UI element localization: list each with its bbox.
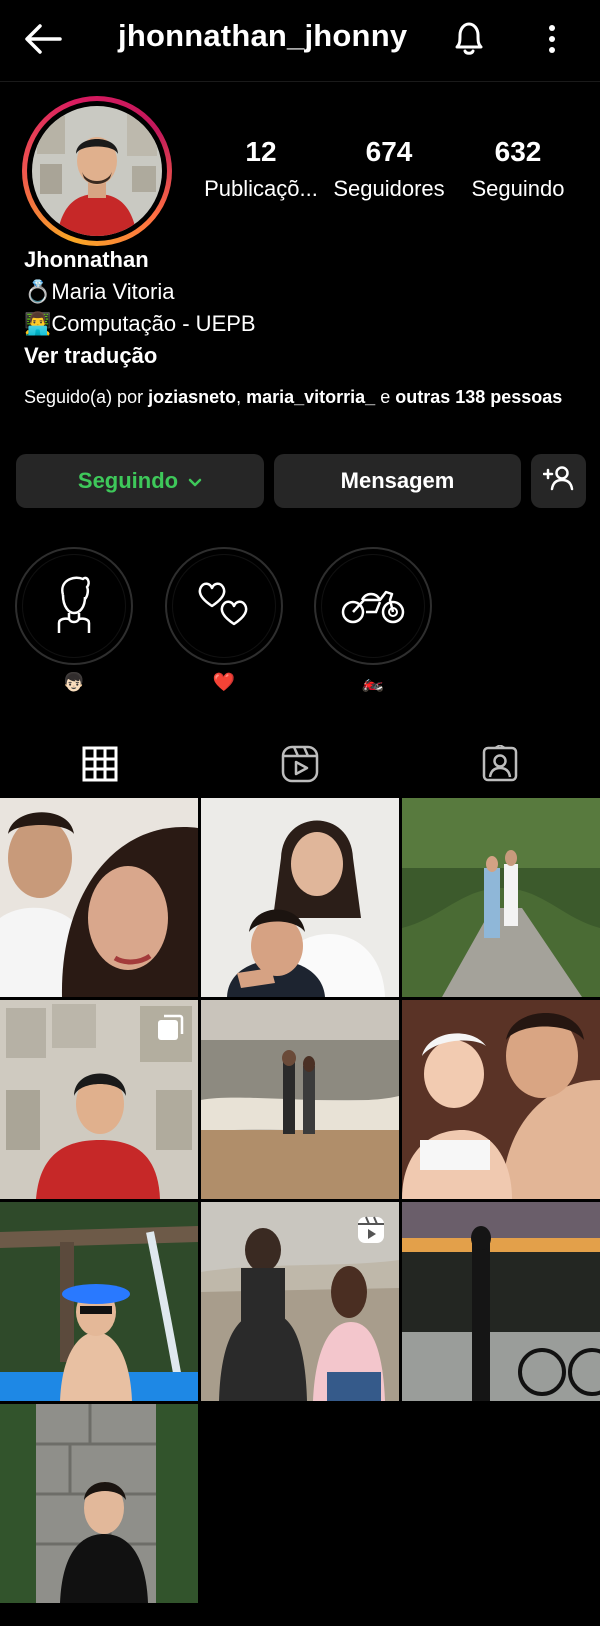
post-tile-1[interactable] (0, 798, 198, 997)
profile-bio: Jhonnathan 💍Maria Vitoria 👨‍💻Computação … (24, 244, 584, 372)
profile-avatar[interactable] (22, 96, 172, 246)
boy-avatar-icon (49, 573, 99, 640)
top-bar: jhonnathan_jhonny (0, 0, 600, 82)
tagged-icon (481, 743, 519, 788)
carousel-icon (156, 1014, 184, 1042)
followed-user-1[interactable]: joziasneto (148, 387, 236, 407)
add-user-button[interactable] (531, 454, 586, 508)
stat-followers-label: Seguidores (333, 176, 445, 201)
stat-following-value: 632 (494, 136, 542, 167)
following-button[interactable]: Seguindo (16, 454, 264, 508)
message-button-label: Mensagem (340, 468, 455, 493)
tab-reels[interactable] (200, 738, 400, 794)
highlight-2-label: ❤️ (212, 672, 236, 692)
post-tile-10[interactable] (0, 1404, 198, 1603)
avatar-image (32, 106, 162, 236)
post-tile-5[interactable] (201, 1000, 399, 1199)
add-user-icon (542, 465, 575, 497)
stat-posts-label: Publicaçõ... (204, 176, 318, 201)
stat-following[interactable]: 632 Seguindo (453, 136, 583, 202)
followed-prefix: Seguido(a) por (24, 387, 149, 407)
chevron-down-icon (188, 468, 202, 494)
highlight-1[interactable] (15, 547, 133, 665)
grid-icon (82, 746, 118, 787)
stat-followers[interactable]: 674 Seguidores (324, 136, 454, 202)
stat-posts[interactable]: 12 Publicaçõ... (196, 136, 326, 202)
message-button[interactable]: Mensagem (274, 454, 521, 508)
arrow-left-icon[interactable] (22, 18, 64, 60)
post-tile-3[interactable] (402, 798, 600, 997)
highlight-2[interactable] (165, 547, 283, 665)
post-tile-8[interactable] (201, 1202, 399, 1401)
see-translation-link[interactable]: Ver tradução (24, 340, 584, 372)
post-tile-6[interactable] (402, 1000, 600, 1199)
more-vertical-icon[interactable] (540, 18, 564, 60)
followed-separator: , (236, 387, 247, 407)
bio-line-relationship: 💍Maria Vitoria (24, 279, 175, 304)
followed-and: e (375, 387, 396, 407)
reel-icon (357, 1216, 385, 1244)
reels-icon (281, 745, 319, 788)
stat-followers-value: 674 (365, 136, 413, 167)
followed-by-text[interactable]: Seguido(a) por joziasneto, maria_vitorri… (24, 385, 564, 409)
post-tile-4[interactable] (0, 1000, 198, 1199)
followed-user-2[interactable]: maria_vitorria_ (246, 387, 375, 407)
highlight-1-label: 👦🏻 (62, 672, 86, 692)
post-tile-7[interactable] (0, 1202, 198, 1401)
bio-line-study: 👨‍💻Computação - UEPB (24, 311, 256, 336)
profile-name: Jhonnathan (24, 247, 149, 272)
tab-posts-grid[interactable] (0, 738, 200, 794)
tab-tagged[interactable] (400, 738, 600, 794)
post-tile-2[interactable] (201, 798, 399, 997)
hearts-icon (196, 580, 252, 633)
followed-others[interactable]: outras 138 pessoas (395, 387, 562, 407)
stat-posts-value: 12 (245, 136, 277, 167)
bell-icon[interactable] (448, 16, 490, 58)
highlight-3-label: 🏍️ (361, 672, 385, 692)
profile-username: jhonnathan_jhonny (118, 18, 408, 53)
tab-active-underline (0, 794, 200, 796)
following-button-label: Seguindo (77, 468, 179, 493)
post-tile-9[interactable] (402, 1202, 600, 1401)
motorcycle-icon (340, 584, 406, 629)
stat-following-label: Seguindo (471, 176, 565, 201)
highlight-3[interactable] (314, 547, 432, 665)
